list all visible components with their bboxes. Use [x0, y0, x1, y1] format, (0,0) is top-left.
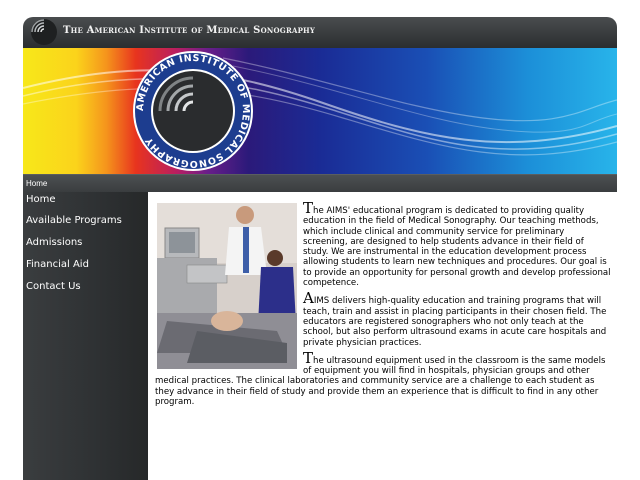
- sidebar-item-home[interactable]: Home: [23, 192, 148, 214]
- header-banner: AMERICAN INSTITUTE OF MEDICAL SONOGRAPHY: [23, 48, 617, 174]
- breadcrumb-home-link[interactable]: Home: [26, 179, 47, 188]
- paragraph-body: IMS delivers high-quality education and …: [303, 296, 607, 348]
- breadcrumb: Home: [23, 174, 617, 192]
- sidebar-item-contact-us[interactable]: Contact Us: [23, 280, 148, 302]
- page-frame: The American Institute of Medical Sonogr…: [23, 17, 617, 480]
- sidebar-item-financial-aid[interactable]: Financial Aid: [23, 258, 148, 280]
- banner-waves: [23, 57, 617, 156]
- institute-seal: AMERICAN INSTITUTE OF MEDICAL SONOGRAPHY: [133, 51, 253, 171]
- paragraph-body: he AIMS' educational program is dedicate…: [303, 206, 611, 289]
- main-content: The AIMS' educational program is dedicat…: [148, 192, 617, 480]
- site-header: The American Institute of Medical Sonogr…: [23, 17, 617, 48]
- paragraph-initial: A: [303, 289, 314, 308]
- photo-float-spacer: [155, 203, 303, 374]
- site-title: The American Institute of Medical Sonogr…: [63, 25, 316, 36]
- sonography-logo-icon: [31, 19, 57, 45]
- sidebar-nav: Home Available Programs Admissions Finan…: [23, 192, 148, 480]
- sidebar-item-admissions[interactable]: Admissions: [23, 236, 148, 258]
- program-description: The AIMS' educational program is dedicat…: [155, 201, 611, 412]
- paragraph-initial: T: [303, 199, 314, 217]
- paragraph-initial: T: [303, 348, 314, 367]
- sidebar-item-available-programs[interactable]: Available Programs: [23, 214, 148, 236]
